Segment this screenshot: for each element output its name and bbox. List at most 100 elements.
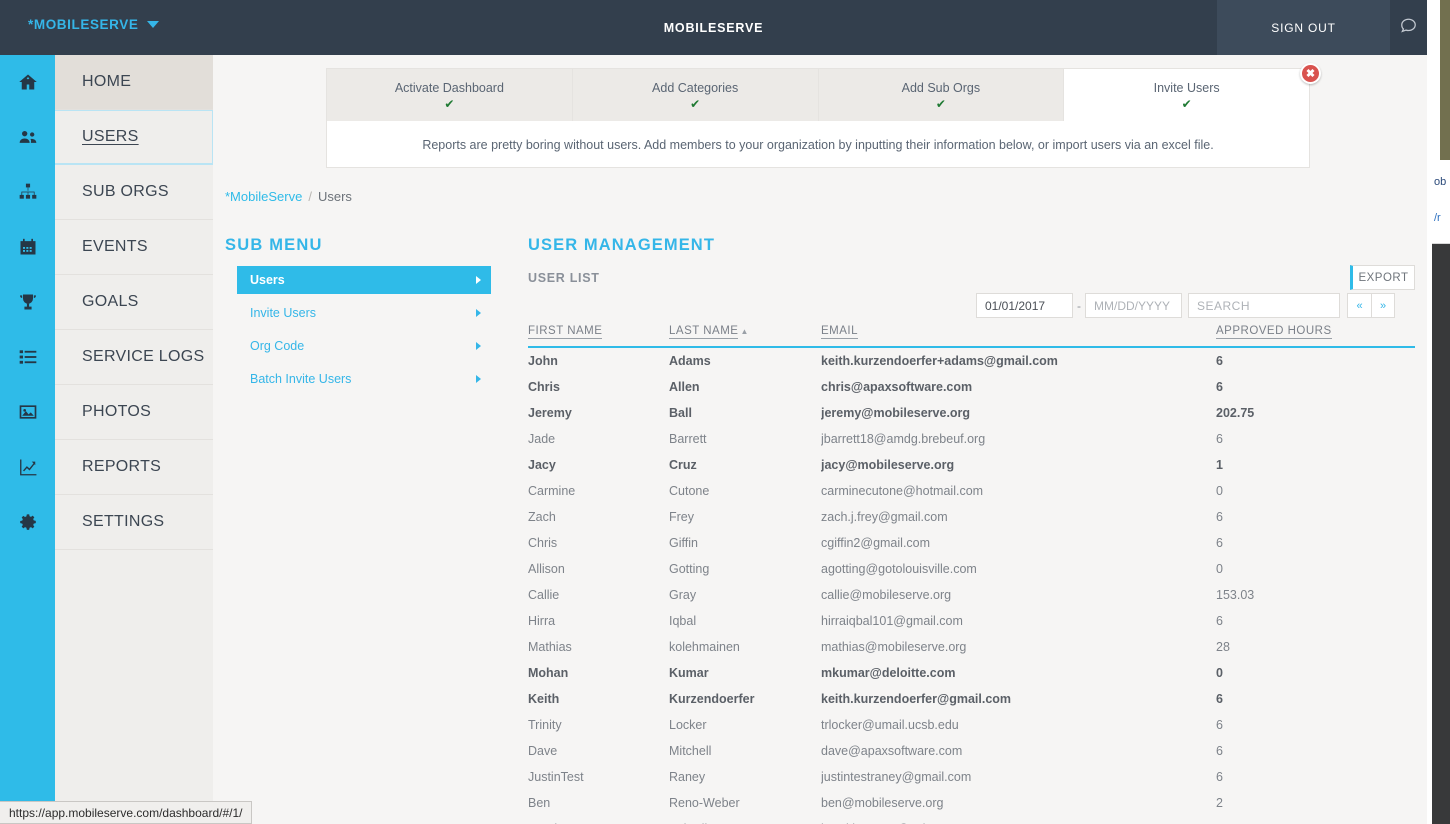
table-row[interactable]: CarmineCutonecarminecutone@hotmail.com0 [528,478,1415,504]
close-icon[interactable]: ✖ [1300,63,1321,84]
export-label: EXPORT [1358,272,1408,284]
table-row[interactable]: BenReno-Weberben@mobileserve.org2 [528,790,1415,816]
users-icon [0,110,55,165]
user-first-name: John [528,347,669,374]
table-filters: - « » [976,293,1395,318]
table-row[interactable]: JohnAdamskeith.kurzendoerfer+adams@gmail… [528,347,1415,374]
org-switcher-dropdown[interactable]: *MOBILESERVE [28,17,159,32]
sidebar-label: USERS [55,110,213,164]
breadcrumb: *MobileServe / Users [225,189,352,204]
sidebar-item-photos[interactable]: PHOTOS [0,385,213,440]
table-row[interactable]: HirraIqbalhirraiqbal101@gmail.com6 [528,608,1415,634]
user-last-name: Gotting [669,556,821,582]
wizard-tab-add-categories[interactable]: Add Categories ✔ [573,69,819,121]
chat-button[interactable] [1390,0,1427,55]
user-first-name: Jacy [528,452,669,478]
user-last-name: Allen [669,374,821,400]
column-header-approved-hours[interactable]: APPROVED HOURS [1216,325,1415,347]
chevron-right-icon [476,342,481,350]
table-row[interactable]: CallieGraycallie@mobileserve.org153.03 [528,582,1415,608]
date-to-input[interactable] [1085,293,1182,318]
submenu-item-org-code[interactable]: Org Code [237,332,491,360]
user-email: keith.kurzendoerfer@gmail.com [821,686,1216,712]
browser-status-bar: https://app.mobileserve.com/dashboard/#/… [0,801,252,824]
trophy-icon [0,275,55,330]
column-header-email[interactable]: EMAIL [821,325,1216,347]
column-header-last-name[interactable]: LAST NAME▲ [669,325,821,347]
chevron-right-icon [476,309,481,317]
sidebar-item-reports[interactable]: REPORTS [0,440,213,495]
user-last-name: Schedler [669,816,821,824]
sidebar-label: SERVICE LOGS [55,330,213,384]
submenu-item-users[interactable]: Users [237,266,491,294]
pagination-previous-button[interactable]: « [1347,293,1371,318]
submenu-item-invite-users[interactable]: Invite Users [237,299,491,327]
date-from-input[interactable] [976,293,1073,318]
wizard-tab-label: Invite Users [1154,81,1220,95]
user-email: trlocker@umail.ucsb.edu [821,712,1216,738]
status-url: https://app.mobileserve.com/dashboard/#/… [9,806,242,820]
column-label: EMAIL [821,325,858,339]
sidebar-label: EVENTS [55,220,213,274]
sidebar-item-users[interactable]: USERS [0,110,213,165]
table-row[interactable]: JustinTestRaneyjustintestraney@gmail.com… [528,764,1415,790]
submenu-item-label: Users [250,273,285,287]
user-first-name: Zach [528,504,669,530]
user-approved-hours: 0 [1216,478,1415,504]
table-row[interactable]: ZachFreyzach.j.frey@gmail.com6 [528,504,1415,530]
table-row[interactable]: MohanKumarmkumar@deloitte.com0 [528,660,1415,686]
table-row[interactable]: Mathiaskolehmainenmathias@mobileserve.or… [528,634,1415,660]
column-label: FIRST NAME [528,325,602,339]
chevron-right-icon [476,276,481,284]
onboarding-wizard: Activate Dashboard ✔ Add Categories ✔ Ad… [326,68,1310,168]
column-header-first-name[interactable]: FIRST NAME [528,325,669,347]
sidebar-item-goals[interactable]: GOALS [0,275,213,330]
table-row[interactable]: BrookeSchedlerbrookie20187@yahoo.com6 [528,816,1415,824]
sidebar-item-settings[interactable]: SETTINGS [0,495,213,550]
sidebar-item-service-logs[interactable]: SERVICE LOGS [0,330,213,385]
user-last-name: Gray [669,582,821,608]
user-last-name: Iqbal [669,608,821,634]
top-header-bar: MOBILESERVE *MOBILESERVE SIGN OUT [0,0,1427,55]
wizard-tab-list: Activate Dashboard ✔ Add Categories ✔ Ad… [327,69,1309,121]
sidebar-item-home[interactable]: HOME [0,55,213,110]
photo-icon [0,385,55,440]
user-approved-hours: 0 [1216,556,1415,582]
wizard-tab-label: Activate Dashboard [395,81,504,95]
submenu-title: SUB MENU [225,236,323,255]
breadcrumb-root-link[interactable]: *MobileServe [225,189,302,204]
wizard-tab-add-sub-orgs[interactable]: Add Sub Orgs ✔ [819,69,1065,121]
user-first-name: Jade [528,426,669,452]
check-icon: ✔ [444,98,454,110]
table-row[interactable]: TrinityLockertrlocker@umail.ucsb.edu6 [528,712,1415,738]
table-row[interactable]: JacyCruzjacy@mobileserve.org1 [528,452,1415,478]
table-row[interactable]: JeremyBalljeremy@mobileserve.org202.75 [528,400,1415,426]
pagination-next-button[interactable]: » [1371,293,1395,318]
wizard-tab-activate-dashboard[interactable]: Activate Dashboard ✔ [327,69,573,121]
sidebar-item-sub-orgs[interactable]: SUB ORGS [0,165,213,220]
sign-out-button[interactable]: SIGN OUT [1217,0,1390,55]
submenu-item-batch-invite-users[interactable]: Batch Invite Users [237,365,491,393]
wizard-tab-invite-users[interactable]: Invite Users ✔ [1064,69,1309,121]
user-email: hirraiqbal101@gmail.com [821,608,1216,634]
application-page: MOBILESERVE *MOBILESERVE SIGN OUT HOME [0,0,1427,824]
wizard-tab-label: Add Categories [652,81,738,95]
user-email: agotting@gotolouisville.com [821,556,1216,582]
user-email: cgiffin2@gmail.com [821,530,1216,556]
table-row[interactable]: AllisonGottingagotting@gotolouisville.co… [528,556,1415,582]
user-approved-hours: 6 [1216,504,1415,530]
table-row[interactable]: ChrisAllenchris@apaxsoftware.com6 [528,374,1415,400]
user-last-name: kolehmainen [669,634,821,660]
table-row[interactable]: ChrisGiffincgiffin2@gmail.com6 [528,530,1415,556]
export-button[interactable]: EXPORT [1350,265,1415,290]
user-email: jacy@mobileserve.org [821,452,1216,478]
table-row[interactable]: JadeBarrettjbarrett18@amdg.brebeuf.org6 [528,426,1415,452]
gear-icon [0,495,55,550]
sidebar-item-events[interactable]: EVENTS [0,220,213,275]
breadcrumb-current: Users [318,189,352,204]
table-row[interactable]: DaveMitchelldave@apaxsoftware.com6 [528,738,1415,764]
search-input[interactable] [1188,293,1340,318]
user-email: mathias@mobileserve.org [821,634,1216,660]
table-row[interactable]: KeithKurzendoerferkeith.kurzendoerfer@gm… [528,686,1415,712]
user-approved-hours: 6 [1216,764,1415,790]
